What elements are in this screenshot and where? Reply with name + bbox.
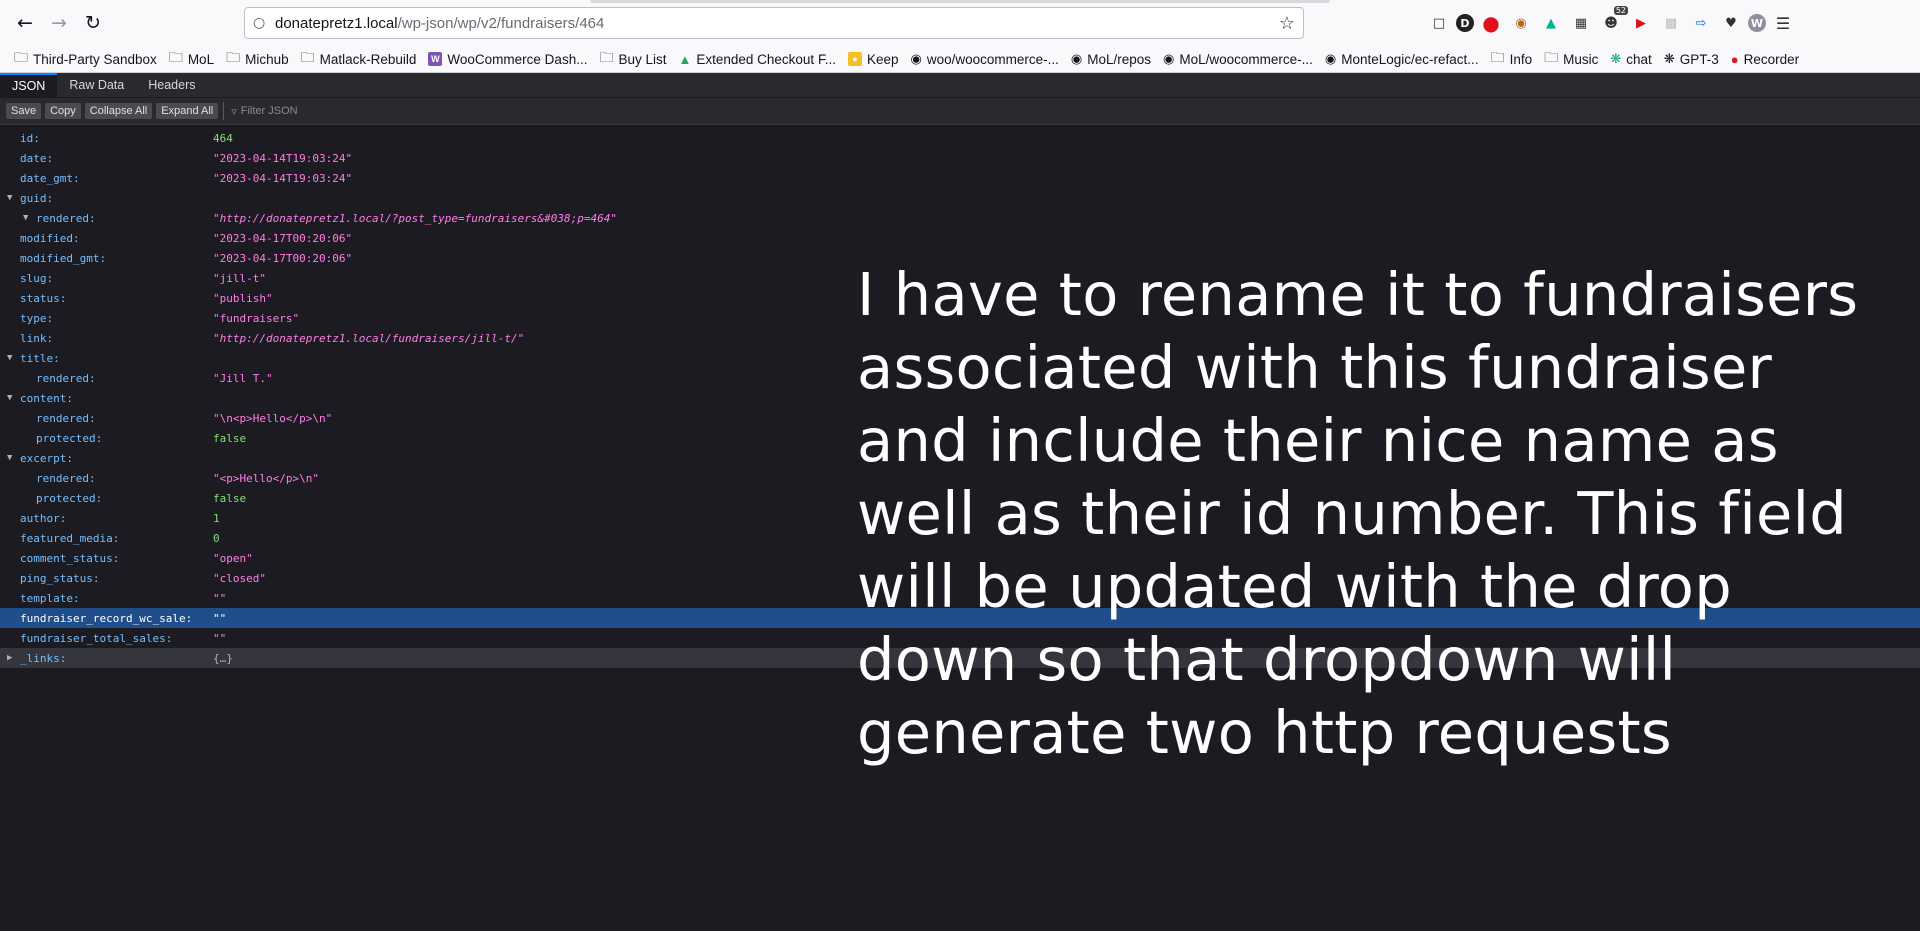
screen-icon[interactable]: ▦ [1568,10,1594,36]
tab-json[interactable]: JSON [0,73,58,97]
folder-icon: 🗀 [226,49,241,65]
bookmark-chat[interactable]: ❋ chat [1604,48,1657,70]
opera-icon[interactable]: ● [1478,10,1504,36]
json-viewer-tabs: JSON Raw Data Headers [0,73,1920,97]
filter-placeholder: Filter JSON [240,105,298,117]
folder-icon: 🗀 [168,49,183,65]
json-row-guid-rendered[interactable]: ▼ rendered: "http://donatepretz1.local/?po… [0,208,1920,228]
url-text[interactable]: donatepretz1.local/wp-json/wp/v2/fundrai… [275,15,1279,32]
back-button[interactable]: ← [8,6,42,40]
bookmark-gpt-3[interactable]: ❋ GPT-3 [1658,48,1725,70]
url-host: donatepretz1.local [275,14,398,32]
insecure-lock-icon[interactable]: ○ [253,15,275,31]
record-icon: ● [1730,51,1739,67]
expand-all-button[interactable]: Expand All [156,103,219,119]
bookmark-recorder[interactable]: ● Recorder [1725,48,1805,70]
url-path: /wp-json/wp/v2/fundraisers/464 [397,14,605,32]
arrow-right-icon: → [51,12,67,34]
openai-icon: ❋ [1610,51,1622,66]
github-icon: ◉ [1163,51,1175,66]
menu-icon[interactable]: ☰ [1770,10,1796,36]
folder-icon: 🗀 [1490,49,1505,65]
cookie-icon[interactable]: ◉ [1508,10,1534,36]
tab-headers[interactable]: Headers [136,73,207,97]
annotation-overlay-text: I have to rename it to fundraisers assoc… [857,260,1859,767]
keep-icon: ● [847,52,862,66]
pocket-icon[interactable]: □ [1426,10,1452,36]
json-row-date[interactable]: date: "2023-04-14T19:03:24" [0,148,1920,168]
bookmark-woocommerce-dash[interactable]: W WooCommerce Dash... [422,48,593,70]
folder-icon: 🗀 [1544,49,1559,65]
bookmark-matlack-rebuild[interactable]: 🗀 Matlack-Rebuild [295,48,423,70]
expanded-triangle-icon[interactable]: ▼ [7,193,12,203]
bookmark-mol[interactable]: 🗀 MoL [163,48,220,70]
github-icon: ◉ [910,51,922,66]
bookmark-extended-checkout[interactable]: ▲ Extended Checkout F... [672,48,841,70]
woo-icon: W [428,52,443,66]
bookmark-music[interactable]: 🗀 Music [1538,48,1604,70]
forward-button[interactable]: → [42,6,76,40]
account-avatar[interactable]: W [1748,14,1766,32]
folder-icon: 🗀 [14,49,28,65]
bookmark-buy-list[interactable]: 🗀 Buy List [593,48,672,70]
bookmark-montelogic-ec-refact[interactable]: ◉ MonteLogic/ec-refact... [1319,48,1485,70]
extension-icons: □ D ● ◉ ▲ ▦ ☻ 52 ▶ ▩ ⇨ ♥ W ☰ [1426,6,1796,36]
tab-strip-hint [590,0,1330,3]
browser-chrome: ← → ↻ ○ donatepretz1.local/wp-json/wp/v2… [0,0,1920,73]
openai-icon: ❋ [1663,51,1675,66]
json-row-modified[interactable]: modified: "2023-04-17T00:20:06" [0,228,1920,248]
json-row-date-gmt[interactable]: date_gmt: "2023-04-14T19:03:24" [0,168,1920,188]
reload-icon: ↻ [85,12,101,34]
youtube-icon[interactable]: ▶ [1628,10,1654,36]
folder-icon: 🗀 [599,49,614,65]
filter-json-input[interactable]: ▿ Filter JSON [231,105,297,118]
reload-button[interactable]: ↻ [76,6,110,40]
pin-icon[interactable]: ▲ [1538,10,1564,36]
bookmark-woo-woocommerce[interactable]: ◉ woo/woocommerce-... [904,48,1064,70]
badge-count: 52 [1613,6,1628,15]
expanded-triangle-icon[interactable]: ▼ [23,213,28,223]
url-bar[interactable]: ○ donatepretz1.local/wp-json/wp/v2/fundr… [244,7,1304,39]
bookmark-star-icon[interactable]: ☆ [1279,13,1295,34]
copy-button[interactable]: Copy [45,103,81,119]
tab-raw-data[interactable]: Raw Data [57,73,136,97]
bookmark-michub[interactable]: 🗀 Michub [220,48,295,70]
save-button[interactable]: Save [6,103,42,119]
expanded-triangle-icon[interactable]: ▼ [7,393,12,403]
arrow-left-icon: ← [17,12,33,34]
grid-icon[interactable]: ▩ [1658,10,1684,36]
bookmark-mol-woocommerce[interactable]: ◉ MoL/woocommerce-... [1157,48,1319,70]
github-icon: ◉ [1070,51,1083,66]
bookmark-third-party-sandbox[interactable]: 🗀 Third-Party Sandbox [8,48,163,70]
drive-icon: ▲ [678,51,692,67]
expanded-triangle-icon[interactable]: ▼ [7,453,12,463]
folder-icon: 🗀 [300,49,315,65]
collapse-all-button[interactable]: Collapse All [84,103,153,119]
login-icon[interactable]: ⇨ [1688,10,1714,36]
json-row-id[interactable]: id: 464 [0,128,1920,148]
expanded-triangle-icon[interactable]: ▼ [7,353,12,363]
bookmarks-bar: 🗀 Third-Party Sandbox 🗀 MoL 🗀 Michub 🗀 Matla… [0,46,1920,72]
filter-icon: ▿ [231,105,237,118]
bookmark-info[interactable]: 🗀 Info [1485,48,1539,70]
browser-toolbar: ← → ↻ ○ donatepretz1.local/wp-json/wp/v2… [0,0,1920,46]
collapsed-triangle-icon[interactable]: ▶ [7,653,12,663]
bookmark-keep[interactable]: ● Keep [842,48,905,70]
extension-d-icon[interactable]: D [1456,14,1474,32]
json-row-guid[interactable]: ▼ guid: [0,188,1920,208]
github-icon: ◉ [1324,51,1337,66]
bookmark-mol-repos[interactable]: ◉ MoL/repos [1065,48,1157,70]
toolbar-divider [223,102,225,120]
heart-pin-icon[interactable]: ♥ [1718,10,1744,36]
spy-badge-icon[interactable]: ☻ 52 [1598,6,1628,36]
json-viewer-toolbar: Save Copy Collapse All Expand All ▿ Filte… [0,97,1920,125]
